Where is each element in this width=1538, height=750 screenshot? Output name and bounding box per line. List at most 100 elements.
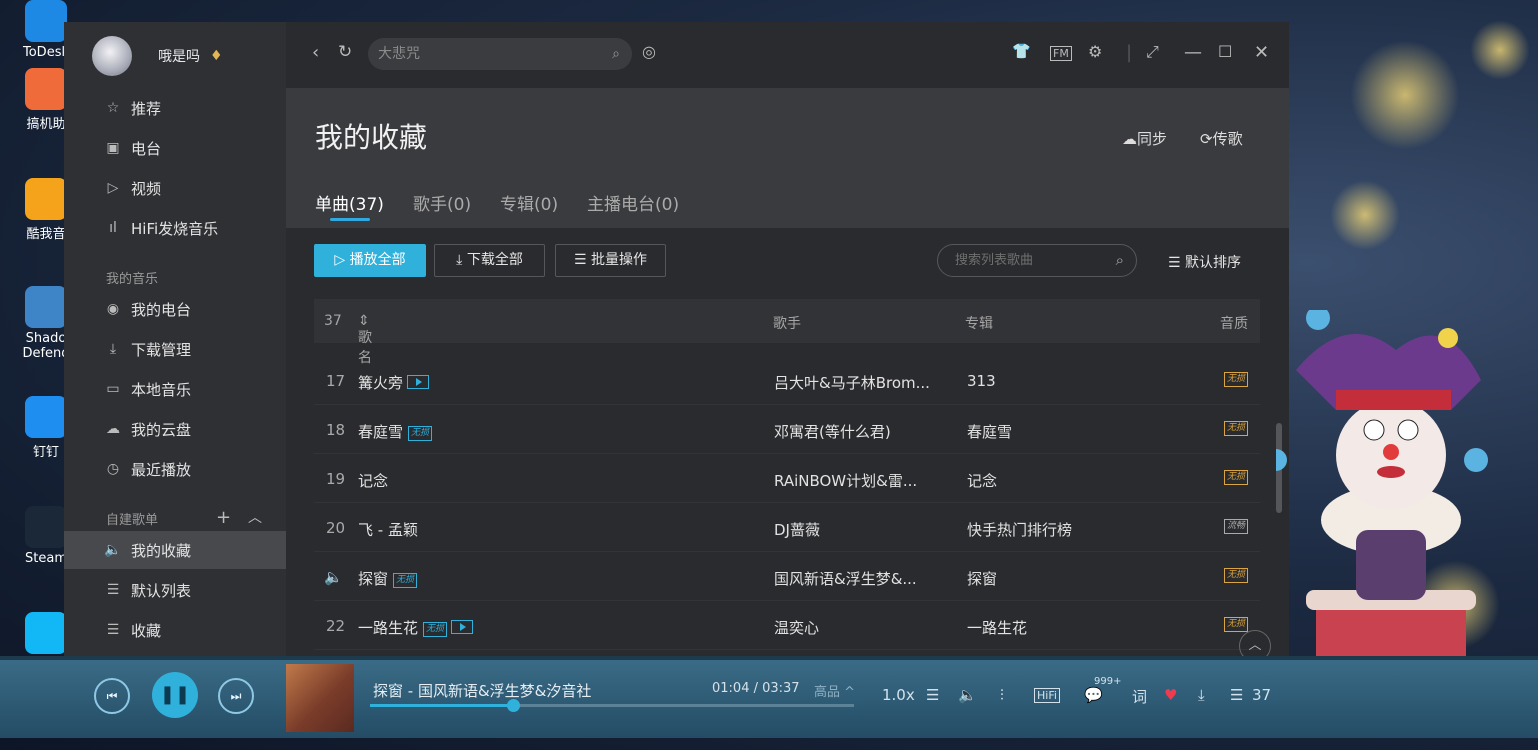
download-all-button[interactable]: ⤓ 下载全部 xyxy=(434,244,545,277)
song-title[interactable]: 探窗 - 国风新语&浮生梦&汐音社 xyxy=(373,680,591,701)
row-number: 22 xyxy=(326,617,346,635)
artist-cell[interactable]: 温奕心 xyxy=(774,617,819,638)
table-row[interactable]: 20 飞 - 孟颖 DJ蔷薇 快手热门排行榜 流畅 xyxy=(314,503,1260,552)
sidebar-item[interactable]: ıl HiFi发烧音乐 xyxy=(104,209,284,247)
sync-button[interactable]: ☁同步 xyxy=(1122,128,1167,149)
album-cell[interactable]: 探窗 xyxy=(967,568,997,589)
table-row[interactable]: 18 春庭雪 无损 邓寓君(等什么君) 春庭雪 无损 xyxy=(314,405,1260,454)
tab-songs[interactable]: 单曲(37) xyxy=(315,190,384,215)
song-name-cell[interactable]: 记念 xyxy=(358,470,388,491)
add-playlist-icon[interactable]: + xyxy=(216,507,231,528)
progress-fill xyxy=(370,704,513,707)
close-icon[interactable]: ✕ xyxy=(1254,42,1269,63)
upload-button[interactable]: ⟳传歌 xyxy=(1200,128,1243,149)
quality-badge: 无损 xyxy=(1223,568,1248,583)
sidebar-item[interactable]: ◉ 我的电台 xyxy=(104,290,284,328)
sort-button[interactable]: ☰ 默认排序 xyxy=(1168,252,1241,272)
table-row[interactable]: 19 记念 RAiNBOW计划&雷... 记念 无损 xyxy=(314,454,1260,503)
play-mode-icon[interactable]: ☰ xyxy=(926,686,939,704)
sidebar-item[interactable]: ☰ 收藏 xyxy=(104,611,284,649)
my-music-section-title: 我的音乐 xyxy=(106,272,159,287)
sidebar-item[interactable]: ▣ 电台 xyxy=(104,129,284,167)
song-name-cell[interactable]: 探窗 无损 xyxy=(358,568,418,589)
mv-icon[interactable] xyxy=(451,620,474,634)
next-button[interactable]: ⏭ xyxy=(218,678,254,714)
download-icon[interactable]: ⤓ xyxy=(1198,686,1205,704)
avatar[interactable] xyxy=(92,36,132,76)
sort-icon: ☰ xyxy=(1168,255,1181,271)
queue-icon[interactable]: ☰ xyxy=(1230,686,1243,704)
list-search-input[interactable]: 搜索列表歌曲 ⌕ xyxy=(937,244,1137,277)
sort-label: 默认排序 xyxy=(1185,255,1242,271)
equalizer-icon[interactable]: ⫶ xyxy=(1000,686,1004,704)
table-row[interactable]: 22 一路生花 无损 温奕心 一路生花 无损 xyxy=(314,601,1260,650)
sidebar-item[interactable]: ☁ 我的云盘 xyxy=(104,410,284,448)
progress-bar[interactable] xyxy=(370,699,854,712)
app-icon xyxy=(25,0,67,42)
song-name-cell[interactable]: 飞 - 孟颖 xyxy=(358,519,418,540)
user-name[interactable]: 哦是吗 xyxy=(158,46,200,66)
progress-knob[interactable] xyxy=(506,699,520,712)
settings-icon[interactable]: ⚙ xyxy=(1088,42,1102,61)
heart-icon[interactable]: ♥ xyxy=(1164,686,1177,704)
search-icon[interactable]: ⌕ xyxy=(1116,245,1124,276)
sidebar-item[interactable]: 🔈 我的收藏 xyxy=(64,531,286,569)
quality-selector[interactable]: 高品 ^ xyxy=(814,681,855,700)
tab-albums[interactable]: 专辑(0) xyxy=(500,190,558,215)
table-row[interactable]: 17 篝火旁 吕大叶&马子林Brom... 313 无损 xyxy=(314,356,1260,405)
hifi-button[interactable]: HiFi xyxy=(1034,688,1060,703)
collapse-icon[interactable]: ︿ xyxy=(248,507,262,527)
artist-cell[interactable]: RAiNBOW计划&雷... xyxy=(774,470,917,491)
song-name-cell[interactable]: 春庭雪 无损 xyxy=(358,421,433,442)
lyric-button[interactable]: 词 xyxy=(1132,686,1147,707)
skin-icon[interactable]: 👕 xyxy=(1012,42,1031,60)
batch-button[interactable]: ☰ 批量操作 xyxy=(555,244,666,277)
sidebar-item[interactable]: ☆ 推荐 xyxy=(104,89,284,127)
album-cover[interactable] xyxy=(286,664,354,732)
album-cell[interactable]: 记念 xyxy=(967,470,997,491)
sidebar-item[interactable]: ▭ 本地音乐 xyxy=(104,370,284,408)
album-cell[interactable]: 一路生花 xyxy=(967,617,1027,638)
album-cell[interactable]: 春庭雪 xyxy=(967,421,1012,442)
col-album: 专辑 xyxy=(965,316,993,332)
minimize-icon[interactable]: — xyxy=(1184,42,1202,63)
song-name-cell[interactable]: 一路生花 无损 xyxy=(358,617,474,638)
scroll-top-button[interactable]: ︿ xyxy=(1239,630,1271,658)
sidebar-item[interactable]: ◷ 最近播放 xyxy=(104,450,284,488)
volume-icon[interactable]: 🔈 xyxy=(958,686,977,704)
album-cell[interactable]: 313 xyxy=(967,372,996,390)
cloud-icon: ☁ xyxy=(1122,130,1137,148)
sidebar-item[interactable]: ⤓ 下载管理 xyxy=(104,330,284,368)
back-icon[interactable]: ‹ xyxy=(312,42,319,63)
voice-search-icon[interactable]: ◎ xyxy=(642,42,656,61)
album-cell[interactable]: 快手热门排行榜 xyxy=(967,519,1072,540)
artist-cell[interactable]: 吕大叶&马子林Brom... xyxy=(774,372,930,393)
tab-artists[interactable]: 歌手(0) xyxy=(413,190,471,215)
artist-cell[interactable]: 国风新语&浮生梦&... xyxy=(774,568,917,589)
col-name[interactable]: 歌名 ⇕ xyxy=(358,313,372,366)
play-all-button[interactable]: ▷ 播放全部 xyxy=(314,244,426,277)
fm-icon[interactable]: FM xyxy=(1050,46,1072,61)
maximize-icon[interactable]: ☐ xyxy=(1218,42,1232,61)
previous-button[interactable]: ⏮ xyxy=(94,678,130,714)
search-icon[interactable]: ⌕ xyxy=(612,38,620,70)
queue-count[interactable]: 37 xyxy=(1252,686,1271,704)
pause-button[interactable]: ❚❚ xyxy=(152,672,198,718)
artist-cell[interactable]: 邓寓君(等什么君) xyxy=(774,421,891,442)
song-name-cell[interactable]: 篝火旁 xyxy=(358,372,430,393)
table-row[interactable]: 🔈 探窗 无损 国风新语&浮生梦&... 探窗 无损 xyxy=(314,552,1260,601)
sidebar-item[interactable]: ☰ 默认列表 xyxy=(104,571,284,609)
comment-icon[interactable]: 💬 xyxy=(1084,686,1103,704)
refresh-icon[interactable]: ↻ xyxy=(338,42,352,62)
playlist-icon: ☰ xyxy=(106,622,120,638)
vip-diamond-icon[interactable]: ♦ xyxy=(210,48,223,64)
sidebar-item[interactable]: ▷ 视频 xyxy=(104,169,284,207)
mini-mode-icon[interactable]: ⤢ xyxy=(1146,42,1159,62)
play-icon: ▷ xyxy=(334,252,346,268)
speed-button[interactable]: 1.0x xyxy=(882,686,915,704)
tab-radio[interactable]: 主播电台(0) xyxy=(587,190,679,215)
mv-icon[interactable] xyxy=(407,375,430,389)
search-input[interactable]: 大悲咒 ⌕ xyxy=(368,38,632,70)
user-profile[interactable]: 哦是吗 ♦ xyxy=(92,36,223,76)
artist-cell[interactable]: DJ蔷薇 xyxy=(774,519,820,540)
